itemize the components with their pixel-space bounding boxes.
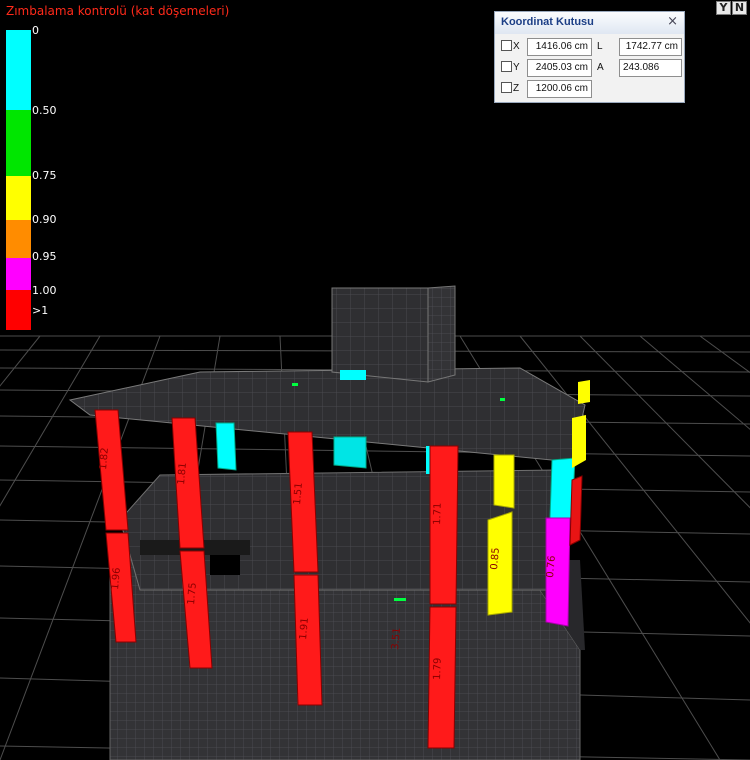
- n-button[interactable]: N: [732, 1, 747, 15]
- y-label: Y: [513, 62, 520, 73]
- coordinate-box-title: Koordinat Kutusu: [501, 16, 594, 28]
- col4-top-value: 1.71: [432, 502, 444, 525]
- legend-swatch-magenta: [6, 258, 31, 290]
- x-checkbox[interactable]: [501, 40, 512, 51]
- legend-label: >1: [32, 304, 49, 317]
- filter-button[interactable]: Y: [716, 1, 731, 15]
- legend-label: 0.75: [32, 169, 57, 182]
- legend-label: 0: [32, 24, 39, 37]
- col1-top-value: 1.82: [98, 447, 111, 470]
- col4-bottom-value: 1.79: [432, 657, 444, 680]
- view-title: Zımbalama kontrolü (kat döşemeleri): [6, 4, 230, 18]
- l-label: L: [597, 41, 603, 52]
- model-viewport[interactable]: 1.82 1.96 1.81 1.75 1.51 1.91 1.71 1.79 …: [0, 0, 750, 760]
- x-label: X: [513, 41, 520, 52]
- legend-swatch-cyan: [6, 30, 31, 110]
- a-label: A: [597, 62, 604, 73]
- floor-value: 3.51: [390, 627, 403, 650]
- roof-core: [331, 285, 456, 383]
- legend-label: 1.00: [32, 284, 57, 297]
- y-checkbox[interactable]: [501, 61, 512, 72]
- col2-top-value: 1.81: [176, 462, 189, 485]
- legend-label: 0.95: [32, 250, 57, 263]
- legend-swatch-orange: [6, 220, 31, 258]
- legend-swatch-green: [6, 110, 31, 176]
- col3-bottom-value: 1.91: [298, 617, 311, 640]
- coordinate-box-header[interactable]: Koordinat Kutusu ×: [495, 12, 684, 34]
- l-field[interactable]: 1742.77 cm: [619, 38, 682, 56]
- y-field[interactable]: 2405.03 cm: [527, 59, 592, 77]
- z-label: Z: [513, 83, 520, 94]
- a-field[interactable]: 243.086: [619, 59, 682, 77]
- col1-bottom-value: 1.96: [110, 567, 123, 590]
- n-button-label: N: [734, 1, 745, 14]
- col3-top-value: 1.51: [292, 482, 305, 505]
- col2-bottom-value: 1.75: [186, 582, 199, 605]
- magenta-column-value: 0.76: [545, 555, 558, 578]
- filter-icon: Y: [719, 1, 728, 14]
- close-icon[interactable]: ×: [667, 14, 678, 29]
- legend-swatch-red: [6, 290, 31, 330]
- legend-label: 0.90: [32, 213, 57, 226]
- yellow-column-value: 0.85: [489, 547, 502, 570]
- legend-swatch-yellow: [6, 176, 31, 220]
- z-checkbox[interactable]: [501, 82, 512, 93]
- x-field[interactable]: 1416.06 cm: [527, 38, 592, 56]
- coordinate-box: Koordinat Kutusu × X 1416.06 cm L 1742.7…: [494, 11, 685, 103]
- z-field[interactable]: 1200.06 cm: [527, 80, 592, 98]
- legend-label: 0.50: [32, 104, 57, 117]
